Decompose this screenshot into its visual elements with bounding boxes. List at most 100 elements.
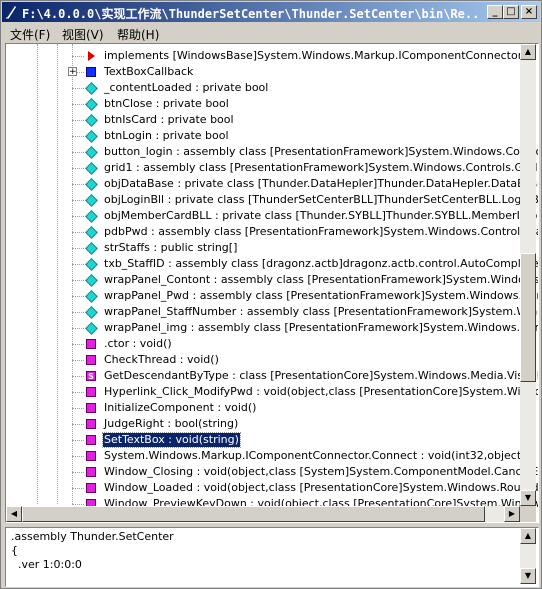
tree-guide-v (37, 44, 38, 504)
tree-guide-h (72, 152, 84, 153)
tree-guide-h (72, 472, 84, 473)
title-bar[interactable]: F:\4.0.0.0\实现工作流\ThunderSetCenter\Thunde… (2, 2, 540, 22)
method-icon (86, 435, 96, 445)
field-icon (85, 162, 98, 175)
field-icon (85, 98, 98, 111)
vertical-scroll-thumb[interactable] (520, 253, 536, 382)
field-icon (85, 178, 98, 191)
minimize-button[interactable]: _ (487, 5, 503, 19)
tree-guide-h (72, 424, 84, 425)
method-icon (86, 339, 96, 349)
tree-node-label: objLoginBll : private class [ThunderSetC… (104, 193, 539, 206)
field-icon (85, 114, 98, 127)
tree-node-label: pdbPwd : assembly class [PresentationFra… (104, 225, 539, 238)
tree-guide-h (72, 360, 84, 361)
tree-node-label: button_login : assembly class [Presentat… (104, 145, 539, 158)
tree-guide-h (72, 440, 84, 441)
tree-node-label: strStaffs : public string[] (104, 241, 238, 254)
tree-node-label: wrapPanel_img : assembly class [Presenta… (104, 321, 539, 334)
class-icon (86, 67, 96, 77)
detail-scroll-up-button[interactable]: ▲ (520, 528, 536, 544)
tree-guide-h (72, 456, 84, 457)
method-icon (86, 451, 96, 461)
tree-node-label: wrapPanel_StaffNumber : assembly class [… (104, 305, 539, 318)
method-icon (86, 467, 96, 477)
vertical-scrollbar[interactable]: ▲ ▼ (520, 44, 536, 506)
tree-guide-h (72, 56, 84, 57)
app-icon (6, 6, 16, 19)
scroll-left-button[interactable]: ◀ (6, 506, 22, 522)
field-icon (85, 274, 98, 287)
tree-guide-h (72, 408, 84, 409)
implements-arrow-icon (86, 51, 96, 61)
tree-node-label: wrapPanel_Pwd : assembly class [Presenta… (104, 289, 539, 302)
field-icon (85, 242, 98, 255)
tree-guide-h (72, 376, 84, 377)
horizontal-scroll-thumb[interactable] (22, 506, 485, 522)
tree-node-label: Hyperlink_Click_ModifyPwd : void(object,… (104, 385, 539, 398)
method-icon (86, 403, 96, 413)
close-button[interactable]: × (521, 5, 537, 19)
detail-line: .assembly Thunder.SetCenter (11, 530, 174, 543)
tree-node-label: btnLogin : private bool (104, 129, 229, 142)
field-icon (85, 130, 98, 143)
tree-guide-h (72, 296, 84, 297)
tree-guide-v (57, 44, 58, 504)
ildasm-window: F:\4.0.0.0\实现工作流\ThunderSetCenter\Thunde… (0, 0, 542, 589)
tree-guide-h (72, 232, 84, 233)
tree-node-label: GetDescendantByType : class [Presentatio… (104, 369, 539, 382)
tree-guide-h (72, 168, 84, 169)
tree-guide-h (72, 136, 84, 137)
method-icon (86, 483, 96, 493)
window-title: F:\4.0.0.0\实现工作流\ThunderSetCenter\Thunde… (22, 7, 482, 21)
tree-guide-h (72, 312, 84, 313)
tree-node-label: .ctor : void() (104, 337, 172, 350)
menu-file[interactable]: 文件(F) (10, 26, 50, 43)
tree-guide-h (72, 392, 84, 393)
field-icon (85, 210, 98, 223)
tree-node-label: _contentLoaded : private bool (104, 81, 269, 94)
scroll-corner (520, 506, 536, 522)
maximize-button[interactable]: □ (503, 5, 519, 19)
tree-node-label: grid1 : assembly class [PresentationFram… (104, 161, 538, 174)
member-tree[interactable]: implements [WindowsBase]System.Windows.M… (5, 43, 539, 523)
tree-guide-h (72, 88, 84, 89)
scroll-up-button[interactable]: ▲ (520, 44, 536, 60)
field-icon (85, 306, 98, 319)
method-icon (86, 355, 96, 365)
tree-node-label: btnClose : private bool (104, 97, 229, 110)
tree-guide-h (72, 488, 84, 489)
tree-node-label: SetTextBox : void(string) (102, 432, 241, 448)
tree-guide-h (72, 248, 84, 249)
tree-guide-h (72, 264, 84, 265)
tree-node-label: JudgeRight : bool(string) (104, 417, 239, 430)
tree-node-label: txb_StaffID : assembly class [dragonz.ac… (104, 257, 539, 270)
tree-node-label: System.Windows.Markup.IComponentConnecto… (104, 449, 526, 462)
field-icon (85, 258, 98, 271)
tree-guide-h (72, 344, 84, 345)
tree-node-label: InitializeComponent : void() (104, 401, 257, 414)
field-icon (85, 194, 98, 207)
method-icon (86, 387, 96, 397)
horizontal-scrollbar[interactable]: ◀ ▶ (6, 506, 520, 522)
menu-bar: 文件(F) 视图(V) 帮助(H) (2, 23, 540, 43)
menu-help[interactable]: 帮助(H) (117, 26, 159, 43)
field-icon (85, 322, 98, 335)
disassembly-pane[interactable]: .assembly Thunder.SetCenter { .ver 1:0:0… (5, 527, 539, 587)
expand-toggle[interactable]: + (68, 67, 77, 77)
field-icon (85, 290, 98, 303)
scroll-right-button[interactable]: ▶ (504, 506, 520, 522)
tree-guide-h (72, 216, 84, 217)
tree-guide-h (72, 184, 84, 185)
detail-vertical-scrollbar[interactable]: ▲ ▼ (520, 528, 536, 584)
tree-guide-h (72, 280, 84, 281)
detail-scroll-down-button[interactable]: ▼ (520, 568, 536, 584)
tree-guide-h (72, 504, 84, 505)
tree-guide-v (72, 44, 73, 504)
scroll-down-button[interactable]: ▼ (520, 490, 536, 506)
tree-node-label: CheckThread : void() (104, 353, 219, 366)
field-icon (85, 226, 98, 239)
tree-guide-h (72, 328, 84, 329)
menu-view[interactable]: 视图(V) (62, 26, 104, 43)
static-method-icon: S (86, 371, 96, 381)
